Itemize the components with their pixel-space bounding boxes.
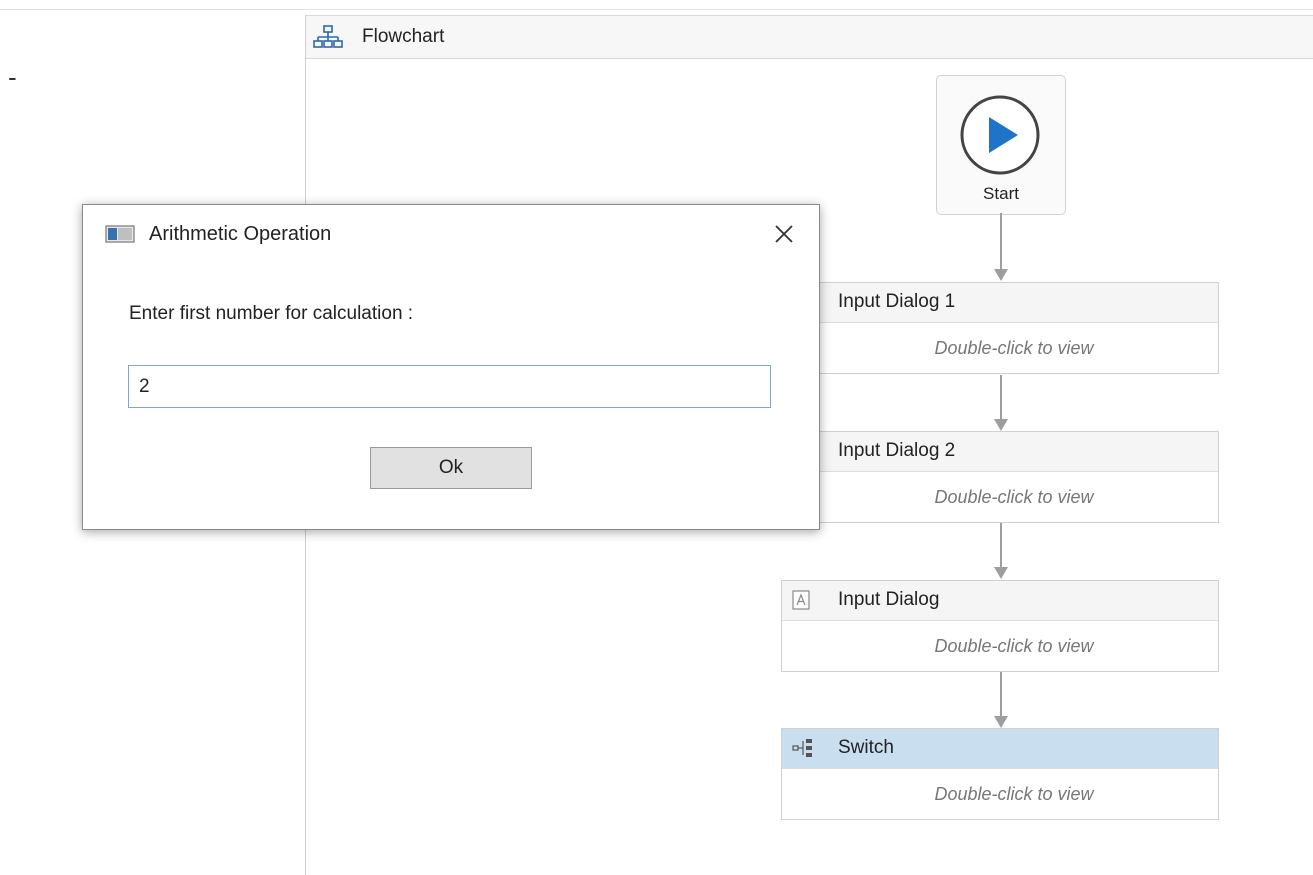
designer-header: Flowchart (306, 15, 1313, 59)
number-input[interactable] (128, 365, 771, 408)
connector-dialog2-to-dialog (994, 523, 1008, 579)
connector-start-to-dialog1 (994, 213, 1008, 281)
activity-title: Input Dialog 2 (838, 440, 956, 461)
window-icon (105, 225, 135, 248)
activity-hint: Double-click to view (934, 784, 1094, 804)
stray-dash: - (8, 62, 17, 92)
activity-header: Input Dialog 1 (782, 283, 1218, 323)
activity-title: Input Dialog (838, 589, 940, 610)
activity-header: Input Dialog 2 (782, 432, 1218, 472)
play-circle-icon (958, 93, 1042, 182)
activity-input-dialog[interactable]: Input Dialog Double-click to view (781, 580, 1219, 672)
dialog-titlebar[interactable]: Arithmetic Operation (83, 205, 819, 263)
activity-hint: Double-click to view (934, 338, 1094, 358)
input-dialog-icon (792, 590, 810, 615)
dialog-prompt: Enter first number for calculation : (129, 303, 414, 324)
flowchart-icon (313, 25, 343, 56)
arithmetic-operation-dialog[interactable]: Arithmetic Operation Enter first number … (82, 204, 820, 530)
activity-title: Switch (838, 737, 894, 758)
connector-dialog-to-switch (994, 672, 1008, 728)
activity-title: Input Dialog 1 (838, 291, 956, 312)
top-divider (0, 9, 1313, 10)
dialog-title: Arithmetic Operation (149, 223, 332, 245)
activity-hint: Double-click to view (934, 487, 1094, 507)
activity-header: Input Dialog (782, 581, 1218, 621)
switch-icon (792, 738, 818, 763)
activity-hint: Double-click to view (934, 636, 1094, 656)
close-icon[interactable] (767, 217, 801, 251)
activity-input-dialog-1[interactable]: Input Dialog 1 Double-click to view (781, 282, 1219, 374)
ok-button[interactable]: Ok (370, 447, 532, 489)
connector-dialog1-to-dialog2 (994, 375, 1008, 431)
start-label: Start (983, 184, 1019, 203)
activity-switch[interactable]: Switch Double-click to view (781, 728, 1219, 820)
start-node[interactable]: Start (936, 75, 1066, 215)
designer-title: Flowchart (362, 26, 445, 47)
activity-input-dialog-2[interactable]: Input Dialog 2 Double-click to view (781, 431, 1219, 523)
activity-header: Switch (782, 729, 1218, 769)
